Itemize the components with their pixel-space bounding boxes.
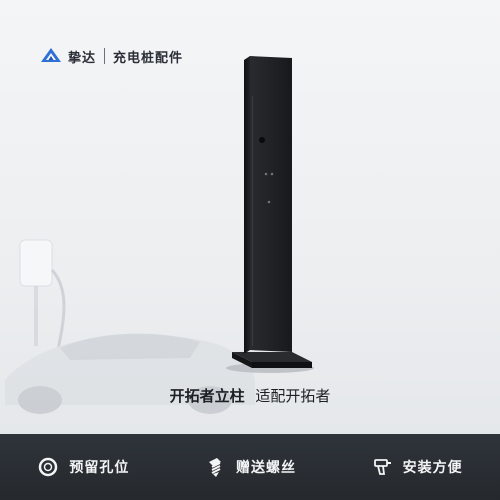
feature-label: 安装方便: [402, 460, 463, 476]
feature-item-easy-install: 安装方便: [371, 456, 463, 478]
feature-item-free-screws: 赠送螺丝: [204, 456, 296, 478]
brand-divider: [104, 48, 106, 64]
feature-label: 赠送螺丝: [235, 460, 296, 476]
brand-header: 挚达 充电桩配件: [40, 44, 183, 68]
drill-icon: [373, 459, 391, 475]
brand-name: 挚达: [68, 50, 97, 66]
feature-label: 预留孔位: [69, 460, 130, 476]
screw-icon: [208, 458, 221, 477]
ring-icon: [39, 457, 58, 477]
feature-item-reserved-holes: 预留孔位: [37, 456, 129, 478]
brand-subtitle: 充电桩配件: [113, 50, 184, 66]
charging-post-image: [226, 56, 314, 373]
brand-diamond-logo-icon: [41, 48, 61, 62]
feature-bar: 预留孔位 赠送螺丝 安装方便: [0, 434, 500, 500]
product-title: 开拓者立柱: [169, 387, 245, 405]
product-caption: 开拓者立柱 适配开拓者: [0, 385, 500, 406]
product-banner: 挚达 充电桩配件 开拓者立柱 适配开拓者 预留孔位 赠送螺丝 安装方便: [0, 0, 500, 500]
product-subtitle: 适配开拓者: [255, 387, 331, 405]
